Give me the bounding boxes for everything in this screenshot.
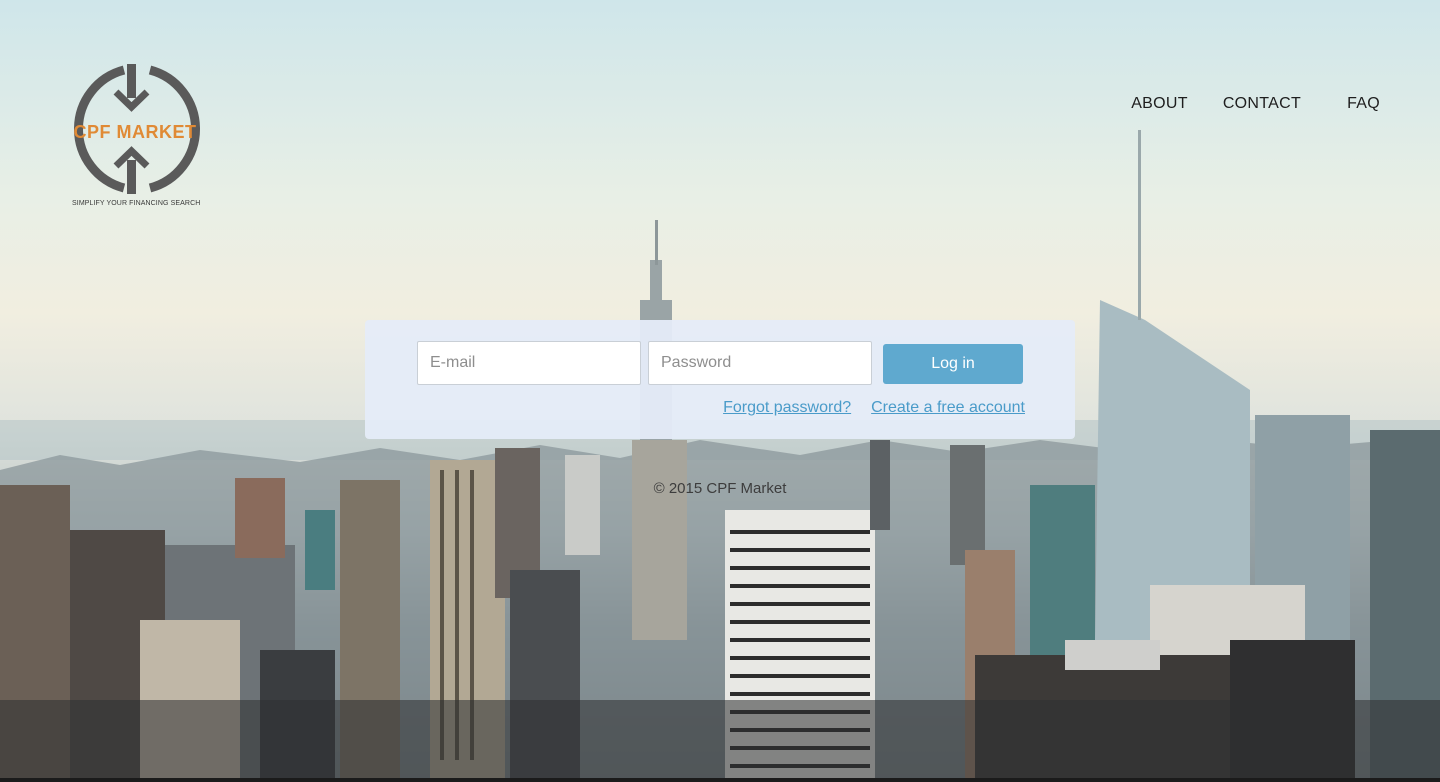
- login-links: Forgot password? Create a free account: [723, 399, 1025, 417]
- logo[interactable]: CPF MARKET SIMPLIFY YOUR FINANCING SEARC…: [68, 62, 208, 207]
- main-nav: ABOUT CONTACT FAQ: [1131, 95, 1380, 113]
- logo-wordmark: CPF MARKET: [74, 122, 197, 142]
- login-panel: Log in Forgot password? Create a free ac…: [365, 320, 1075, 439]
- nav-about-link[interactable]: ABOUT: [1131, 95, 1188, 113]
- nav-faq-link[interactable]: FAQ: [1347, 95, 1380, 113]
- logo-tagline: SIMPLIFY YOUR FINANCING SEARCH: [72, 200, 201, 207]
- create-account-link[interactable]: Create a free account: [871, 399, 1025, 417]
- login-button[interactable]: Log in: [883, 344, 1023, 384]
- bottom-bar: [0, 778, 1440, 782]
- password-field[interactable]: [648, 341, 872, 385]
- forgot-password-link[interactable]: Forgot password?: [723, 399, 851, 417]
- cpf-market-logo-icon: CPF MARKET: [74, 64, 200, 194]
- email-field[interactable]: [417, 341, 641, 385]
- nav-contact-link[interactable]: CONTACT: [1223, 95, 1301, 113]
- copyright-text: © 2015 CPF Market: [653, 480, 787, 497]
